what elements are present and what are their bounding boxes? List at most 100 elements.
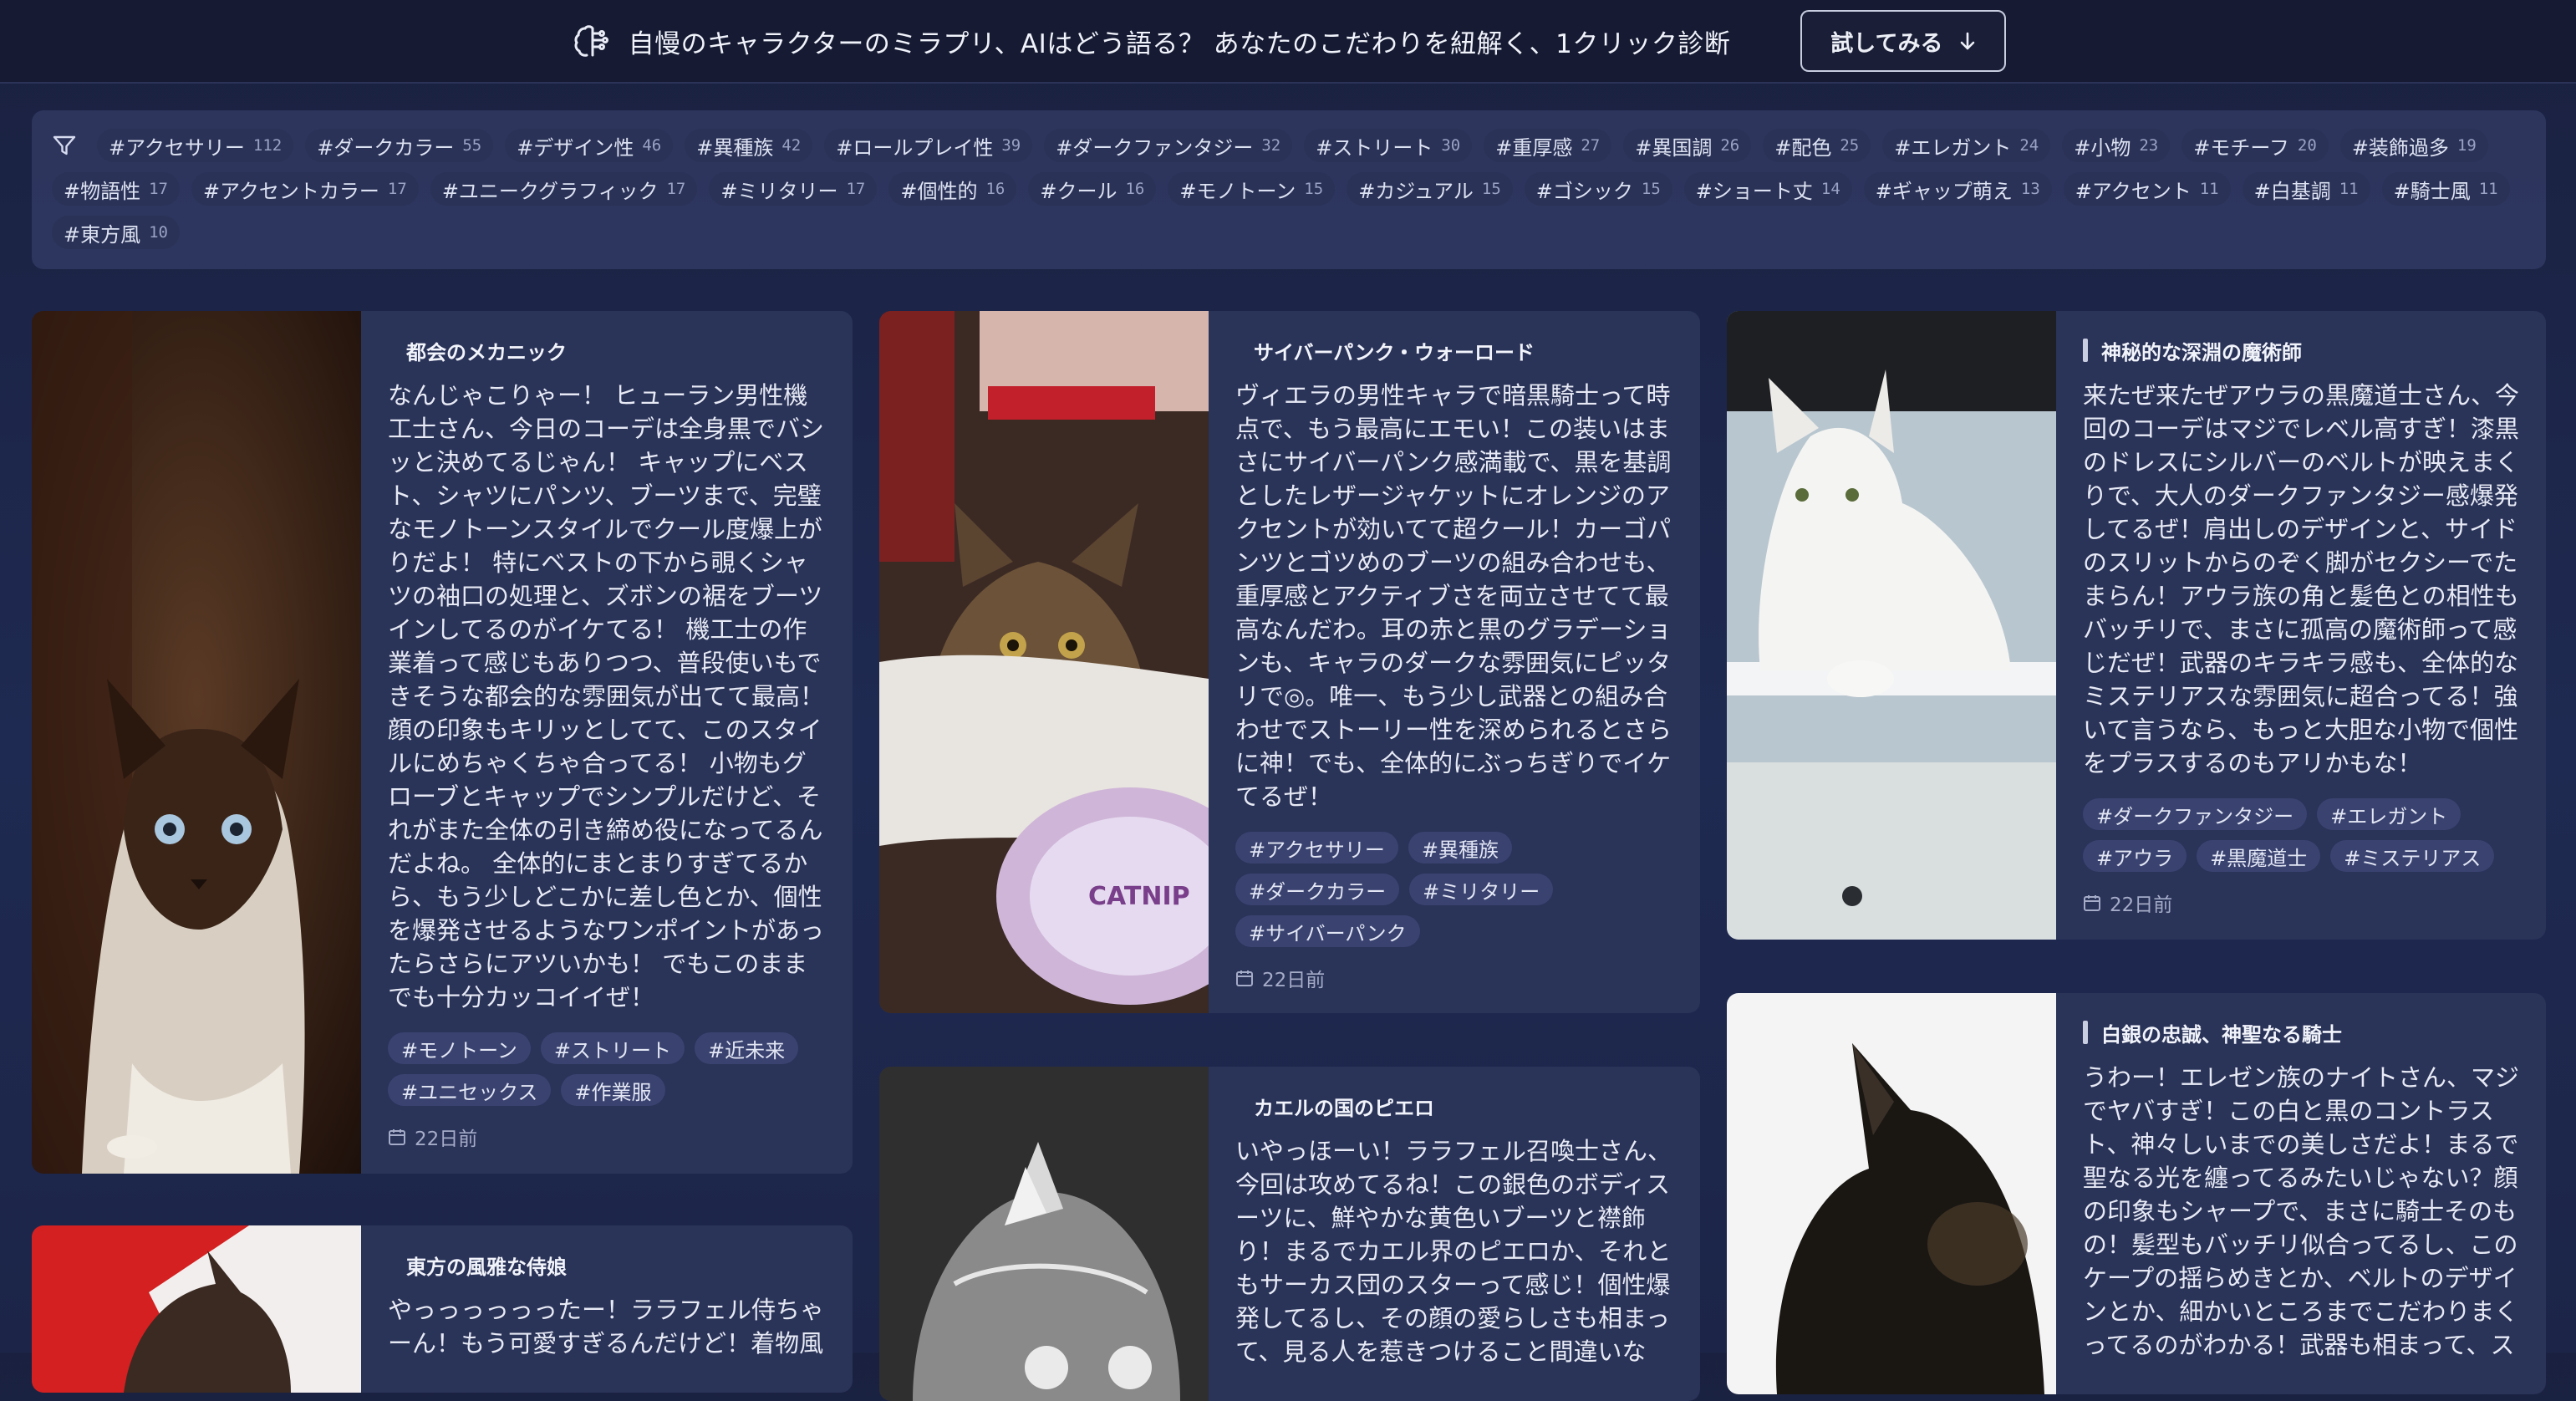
filter-tag[interactable]: #ミリタリー 17 (709, 172, 878, 206)
filter-tag[interactable]: #物語性 17 (52, 172, 180, 206)
post-title: 白銀の忠誠、神聖なる騎士 (2083, 1018, 2521, 1047)
post-tag[interactable]: #アクセサリー (1235, 832, 1398, 864)
post-text: やっっっっっったー！ララフェル侍ちゃーん！もう可愛すぎるんだけど！着物風 (388, 1296, 825, 1358)
post-image[interactable]: CATNIP (879, 311, 1209, 1013)
banner-text: 自慢のキャラクターのミラプリ、AIはどう語る？ あなたのこだわりを紐解く、1クリ… (628, 28, 1731, 59)
filter-tag-count: 30 (1441, 136, 1461, 155)
filter-tag[interactable]: #クール 16 (1028, 172, 1157, 206)
post-image[interactable] (879, 1067, 1209, 1401)
filter-tag-count: 25 (1840, 136, 1860, 155)
filter-tag-count: 32 (1261, 136, 1281, 155)
filter-tag-label: #デザイン性 (517, 135, 634, 160)
filter-tag-count: 11 (2478, 180, 2498, 198)
post-title: 東方の風雅な侍娘 (406, 1256, 567, 1279)
post-tag[interactable]: #異種族 (1408, 832, 1513, 864)
filter-tag-count: 20 (2297, 136, 2317, 155)
post-date-text: 22日前 (415, 1128, 478, 1150)
post-tag[interactable]: #ダークカラー (1235, 874, 1400, 905)
filter-tag[interactable]: #東方風 10 (52, 216, 180, 249)
post-card[interactable]: 神秘的な深淵の魔術師 来たぜ来たぜアウラの黒魔道士さん、今回のコーデはマジでレベ… (1727, 311, 2546, 940)
filter-tag[interactable]: #モチーフ 20 (2181, 129, 2329, 162)
filter-tag-label: #カジュアル (1358, 179, 1474, 203)
filter-tag[interactable]: #個性的 16 (888, 172, 1017, 206)
filter-tag[interactable]: #ギャップ萌え 13 (1863, 172, 2052, 206)
arrow-down-icon (1958, 31, 1977, 51)
filter-tag-count: 16 (1125, 180, 1145, 198)
filter-tag-label: #アクセサリー (109, 135, 245, 160)
filter-tag[interactable]: #ショート丈 14 (1683, 172, 1852, 206)
filter-tag[interactable]: #異種族 42 (685, 129, 813, 162)
filter-tag-label: #ユニークグラフィック (441, 179, 659, 203)
post-tags: #ダークファンタジー #エレガント #アウラ #黒魔道士 #ミステリアス (2083, 798, 2521, 872)
post-tag[interactable]: #ストリート (540, 1032, 685, 1064)
filter-tag[interactable]: #ゴシック 15 (1524, 172, 1672, 206)
post-card[interactable]: CATNIP サイバーパンク・ウォーロード ヴィエラの男性キャラで暗黒騎士って時… (879, 311, 1700, 1013)
filter-tag-label: #東方風 (64, 222, 141, 247)
post-tag[interactable]: #ミリタリー (1409, 874, 1554, 905)
promo-banner: 自慢のキャラクターのミラプリ、AIはどう語る？ あなたのこだわりを紐解く、1クリ… (0, 0, 2576, 84)
post-text: いやっほーい！ララフェル召喚士さん、今回は攻めてるね！この銀色のボディスーツに、… (1235, 1137, 1672, 1366)
filter-tag[interactable]: #異国調 26 (1623, 129, 1752, 162)
post-tag[interactable]: #エレガント (2317, 798, 2461, 830)
filter-tag-label: #ショート丈 (1695, 179, 1813, 203)
post-image[interactable] (1727, 993, 2056, 1394)
filter-tag-label: #モノトーン (1179, 179, 1296, 203)
post-tag[interactable]: #黒魔道士 (2197, 840, 2321, 872)
post-tag[interactable]: #近未来 (695, 1032, 799, 1064)
filter-tag[interactable]: #モノトーン 15 (1168, 172, 1336, 206)
post-tag[interactable]: #ユニセックス (388, 1074, 552, 1106)
filter-tag-label: #装飾過多 (2351, 135, 2449, 160)
post-date: 22日前 (388, 1123, 827, 1151)
filter-tag[interactable]: #ユニークグラフィック 17 (430, 172, 698, 206)
calendar-icon (388, 1128, 406, 1146)
filter-tag-count: 26 (1720, 136, 1740, 155)
filter-tag-count: 15 (1641, 180, 1661, 198)
post-tag[interactable]: #ダークファンタジー (2083, 798, 2308, 830)
filter-tag-count: 42 (781, 136, 802, 155)
filter-tag[interactable]: #アクセント 11 (2063, 172, 2231, 206)
filter-tag[interactable]: #エレガント 24 (1882, 129, 2051, 162)
filter-tag-count: 19 (2456, 136, 2477, 155)
filter-tag[interactable]: #配色 25 (1763, 129, 1871, 162)
filter-tag-label: #ロールプレイ性 (836, 135, 994, 160)
filter-tag[interactable]: #小物 23 (2062, 129, 2171, 162)
post-image[interactable] (32, 311, 361, 1174)
post-image[interactable] (1727, 311, 2056, 940)
filter-tag[interactable]: #ダークファンタジー 32 (1044, 129, 1293, 162)
calendar-icon (2083, 894, 2101, 912)
post-card[interactable]: カエルの国のピエロ いやっほーい！ララフェル召喚士さん、今回は攻めてるね！この銀… (879, 1067, 1700, 1401)
filter-tag[interactable]: #ロールプレイ性 39 (824, 129, 1033, 162)
filter-tag[interactable]: #重厚感 27 (1484, 129, 1612, 162)
filter-tag-count: 14 (1820, 180, 1840, 198)
filter-tag-count: 24 (2019, 136, 2039, 155)
post-tag[interactable]: #サイバーパンク (1235, 915, 1420, 947)
try-it-button[interactable]: 試してみる (1800, 10, 2007, 72)
filter-tag-label: #物語性 (64, 179, 141, 203)
filter-tag[interactable]: #騎士風 11 (2381, 172, 2510, 206)
post-text: ヴィエラの男性キャラで暗黒騎士って時点で、もう最高にエモい！この装いはまさにサイ… (1235, 381, 1672, 811)
post-tag[interactable]: #作業服 (561, 1074, 665, 1106)
filter-tag[interactable]: #ストリート 30 (1304, 129, 1473, 162)
post-date: 22日前 (2083, 889, 2521, 917)
filter-tag[interactable]: #カジュアル 15 (1347, 172, 1513, 206)
filter-tag-label: #ゴシック (1535, 179, 1633, 203)
post-card[interactable]: 白銀の忠誠、神聖なる騎士 うわー！エレゼン族のナイトさん、マジでヤバすぎ！この白… (1727, 993, 2546, 1394)
post-tag[interactable]: #ミステリアス (2330, 840, 2495, 872)
filter-tag-label: #異種族 (696, 135, 774, 160)
post-card[interactable]: 東方の風雅な侍娘 やっっっっっったー！ララフェル侍ちゃーん！もう可愛すぎるんだけ… (32, 1225, 853, 1393)
filter-tag-count: 112 (252, 136, 283, 155)
filter-tag[interactable]: #ダークカラー 55 (305, 129, 494, 162)
filter-tag[interactable]: #デザイン性 46 (505, 129, 674, 162)
filter-tag-label: #異国調 (1635, 135, 1713, 160)
post-card[interactable]: 都会のメカニック なんじゃこりゃー！ ヒューラン男性機工士さん、今日のコーデは全… (32, 311, 853, 1174)
post-tag[interactable]: #モノトーン (388, 1032, 531, 1064)
filter-tag[interactable]: #装飾過多 19 (2339, 129, 2488, 162)
filter-tag[interactable]: #白基調 11 (2242, 172, 2370, 206)
post-image[interactable] (32, 1225, 361, 1393)
post-tag[interactable]: #アウラ (2083, 840, 2187, 872)
filter-tag-label: #ギャップ萌え (1875, 179, 2013, 203)
filter-tag[interactable]: #アクセサリー 112 (97, 129, 294, 162)
filter-tag[interactable]: #アクセントカラー 17 (191, 172, 419, 206)
filter-tag-label: #エレガント (1894, 135, 2012, 160)
filter-tag-label: #アクセントカラー (203, 179, 379, 203)
